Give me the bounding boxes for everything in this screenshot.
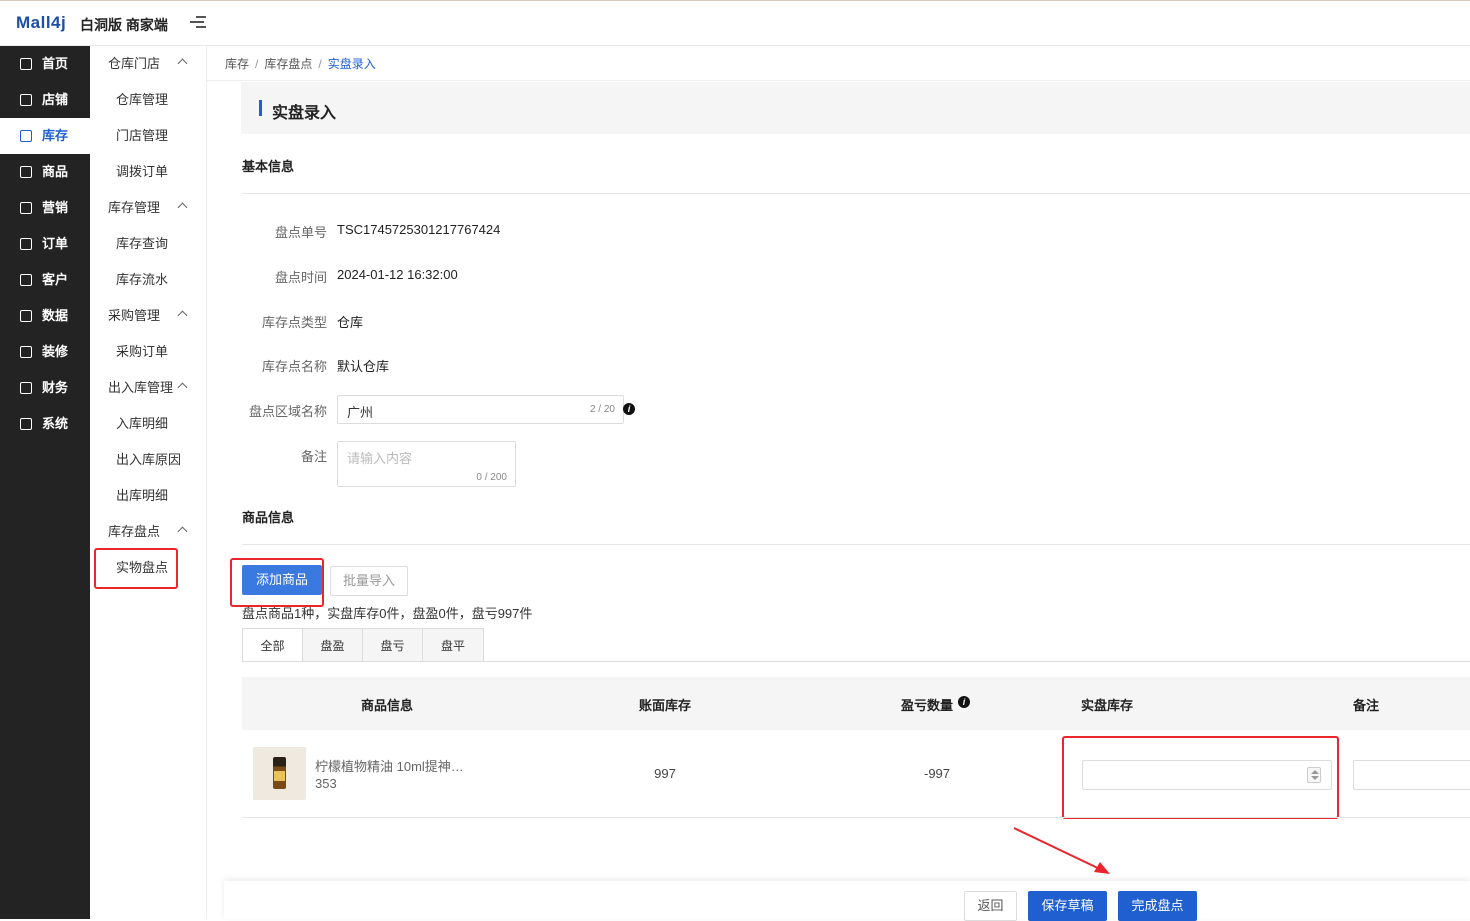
brand-name: 白洞版 商家端 <box>80 17 168 33</box>
sidebar-item-decorate[interactable]: 装修 <box>0 334 90 370</box>
subnav-group-inout[interactable]: 出入库管理 <box>90 370 206 406</box>
basic-info-title: 基本信息 <box>242 159 295 174</box>
batch-import-button[interactable]: 批量导入 <box>330 566 408 596</box>
subnav-group-purchase[interactable]: 采购管理 <box>90 298 206 334</box>
sidebar-item-inventory[interactable]: 库存 <box>0 118 90 154</box>
remark-textarea[interactable]: 请输入内容 0 / 200 <box>337 441 516 487</box>
order-no-label: 盘点单号 <box>274 225 327 240</box>
product-name[interactable]: 柠檬植物精油 10ml提神… <box>315 756 464 775</box>
breadcrumb-current: 实盘录入 <box>327 57 376 71</box>
area-char-count: 2 / 20 <box>589 404 615 415</box>
sidebar-item-finance[interactable]: 财务 <box>0 370 90 406</box>
sidebar-item-orders[interactable]: 订单 <box>0 226 90 262</box>
sidebar-item-goods[interactable]: 商品 <box>0 154 90 190</box>
complete-stocktake-button[interactable]: 完成盘点 <box>1118 891 1197 921</box>
finance-icon <box>20 382 32 394</box>
product-code: 353 <box>315 776 337 791</box>
table-header: 商品信息 账面库存 盈亏数量 i 实盘库存 备注 <box>242 677 1470 730</box>
info-icon[interactable]: i <box>958 696 970 708</box>
remark-char-count: 0 / 200 <box>476 472 507 483</box>
save-draft-button[interactable]: 保存草稿 <box>1028 891 1107 921</box>
footer-action-bar: 返回 保存草稿 完成盘点 <box>224 881 1470 921</box>
col-remark: 备注 <box>1352 698 1379 713</box>
sidebar-item-system[interactable]: 系统 <box>0 406 90 442</box>
order-icon <box>20 238 32 250</box>
area-name-input[interactable]: 广州 2 / 20 <box>337 395 624 424</box>
chevron-up-icon <box>177 58 188 69</box>
stocktake-summary: 盘点商品1种，实盘库存0件，盘盈0件，盘亏997件 <box>242 606 533 621</box>
subnav-item-stock-query[interactable]: 库存查询 <box>90 226 206 262</box>
home-icon <box>20 58 32 70</box>
breadcrumb-stocktake[interactable]: 库存盘点 <box>264 57 312 71</box>
diff-value: -997 <box>923 766 951 781</box>
sidebar-item-customers[interactable]: 客户 <box>0 262 90 298</box>
tab-surplus[interactable]: 盘盈 <box>302 628 363 662</box>
chevron-up-icon <box>177 526 188 537</box>
tab-even[interactable]: 盘平 <box>422 628 484 662</box>
subnav-item-out-detail[interactable]: 出库明细 <box>90 478 206 514</box>
time-value: 2024-01-12 16:32:00 <box>337 267 458 282</box>
name-label: 库存点名称 <box>261 359 327 374</box>
logo: Mall4j <box>16 13 67 32</box>
time-label: 盘点时间 <box>274 270 327 285</box>
name-value: 默认仓库 <box>337 359 390 374</box>
page-title: 实盘录入 <box>272 105 337 122</box>
inventory-icon <box>20 130 32 142</box>
sidebar-item-shop[interactable]: 店铺 <box>0 82 90 118</box>
type-value: 仓库 <box>337 315 364 330</box>
chevron-up-icon <box>177 310 188 321</box>
sub-nav: 仓库门店 仓库管理 门店管理 调拨订单 库存管理 库存查询 库存流水 采购管理 … <box>90 46 207 919</box>
settings-icon <box>20 418 32 430</box>
sidebar-item-marketing[interactable]: 营销 <box>0 190 90 226</box>
gift-icon <box>20 202 32 214</box>
highlight-box-physical-count <box>94 548 178 589</box>
pointer-arrow <box>1013 827 1110 874</box>
col-book-stock: 账面库存 <box>638 698 691 713</box>
goods-icon <box>20 166 32 178</box>
main-sidebar: 首页 店铺 库存 商品 营销 订单 客户 数据 装修 财务 系统 <box>0 46 90 919</box>
subnav-item-warehouse-manage[interactable]: 仓库管理 <box>90 82 206 118</box>
subnav-item-inout-reason[interactable]: 出入库原因 <box>90 442 206 478</box>
customer-icon <box>20 274 32 286</box>
remark-label: 备注 <box>300 449 327 464</box>
back-button[interactable]: 返回 <box>964 891 1017 921</box>
tab-all[interactable]: 全部 <box>242 628 303 662</box>
breadcrumb-inventory[interactable]: 库存 <box>225 57 249 71</box>
highlight-box-actual-stock <box>1062 736 1339 819</box>
page-header: 实盘录入 <box>241 82 1470 134</box>
highlight-box-add-goods <box>230 558 324 607</box>
book-stock-value: 997 <box>654 766 676 781</box>
subnav-item-transfer-order[interactable]: 调拨订单 <box>90 154 206 190</box>
tab-loss[interactable]: 盘亏 <box>362 628 423 662</box>
breadcrumb: 库存 / 库存盘点 / 实盘录入 <box>225 57 376 71</box>
col-diff: 盈亏数量 <box>900 698 953 713</box>
col-actual-stock: 实盘库存 <box>1080 698 1133 713</box>
subnav-item-store-manage[interactable]: 门店管理 <box>90 118 206 154</box>
product-thumbnail <box>253 747 306 800</box>
chevron-up-icon <box>177 202 188 213</box>
subnav-item-stock-flow[interactable]: 库存流水 <box>90 262 206 298</box>
top-bar: Mall4j 白洞版 商家端 <box>0 0 1470 46</box>
goods-info-title: 商品信息 <box>242 510 295 525</box>
sidebar-item-home[interactable]: 首页 <box>0 46 90 82</box>
shop-icon <box>20 94 32 106</box>
main-content: 库存 / 库存盘点 / 实盘录入 实盘录入 基本信息 盘点单号 TSC174572530… <box>207 46 1470 921</box>
row-remark-input[interactable] <box>1353 760 1470 790</box>
order-no-value: TSC1745725301217767424 <box>337 222 501 237</box>
subnav-group-stock-manage[interactable]: 库存管理 <box>90 190 206 226</box>
info-icon[interactable]: i <box>623 403 635 415</box>
subnav-group-warehouse[interactable]: 仓库门店 <box>90 46 206 82</box>
type-label: 库存点类型 <box>261 315 327 330</box>
subnav-item-purchase-order[interactable]: 采购订单 <box>90 334 206 370</box>
chevron-up-icon <box>177 382 188 393</box>
col-goods-info: 商品信息 <box>360 698 413 713</box>
subnav-group-stocktake[interactable]: 库存盘点 <box>90 514 206 550</box>
chart-icon <box>20 310 32 322</box>
decorate-icon <box>20 346 32 358</box>
area-label: 盘点区域名称 <box>248 404 327 419</box>
subnav-item-in-detail[interactable]: 入库明细 <box>90 406 206 442</box>
sidebar-item-data[interactable]: 数据 <box>0 298 90 334</box>
menu-collapse-icon[interactable] <box>190 16 206 30</box>
